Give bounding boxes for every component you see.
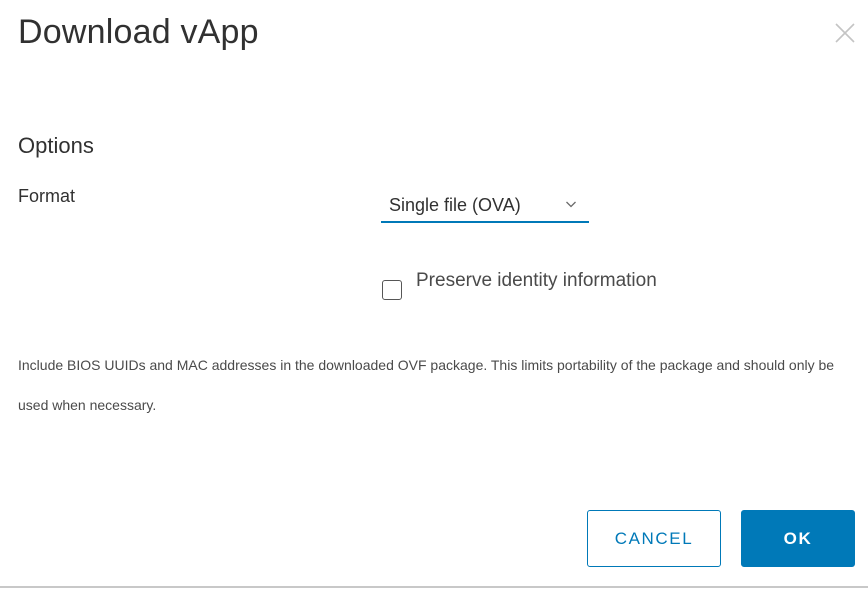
preserve-identity-help-text: Include BIOS UUIDs and MAC addresses in … <box>18 357 835 413</box>
close-icon <box>835 23 855 43</box>
close-button[interactable] <box>832 20 858 46</box>
dialog-title: Download vApp <box>18 13 259 51</box>
preserve-identity-checkbox[interactable] <box>382 280 402 300</box>
bottom-divider <box>0 586 868 588</box>
format-label: Format <box>18 186 76 206</box>
cancel-button[interactable]: CANCEL <box>587 510 721 567</box>
preserve-identity-row: Preserve identity information <box>382 268 657 300</box>
options-heading: Options <box>18 133 94 158</box>
download-vapp-dialog: Download vApp Options Format Single file… <box>0 0 868 589</box>
format-select[interactable]: Single file (OVA) <box>381 189 589 223</box>
ok-button[interactable]: OK <box>741 510 855 567</box>
format-select-value: Single file (OVA) <box>389 195 521 215</box>
chevron-down-icon <box>566 201 576 208</box>
preserve-identity-label[interactable]: Preserve identity information <box>416 268 657 294</box>
